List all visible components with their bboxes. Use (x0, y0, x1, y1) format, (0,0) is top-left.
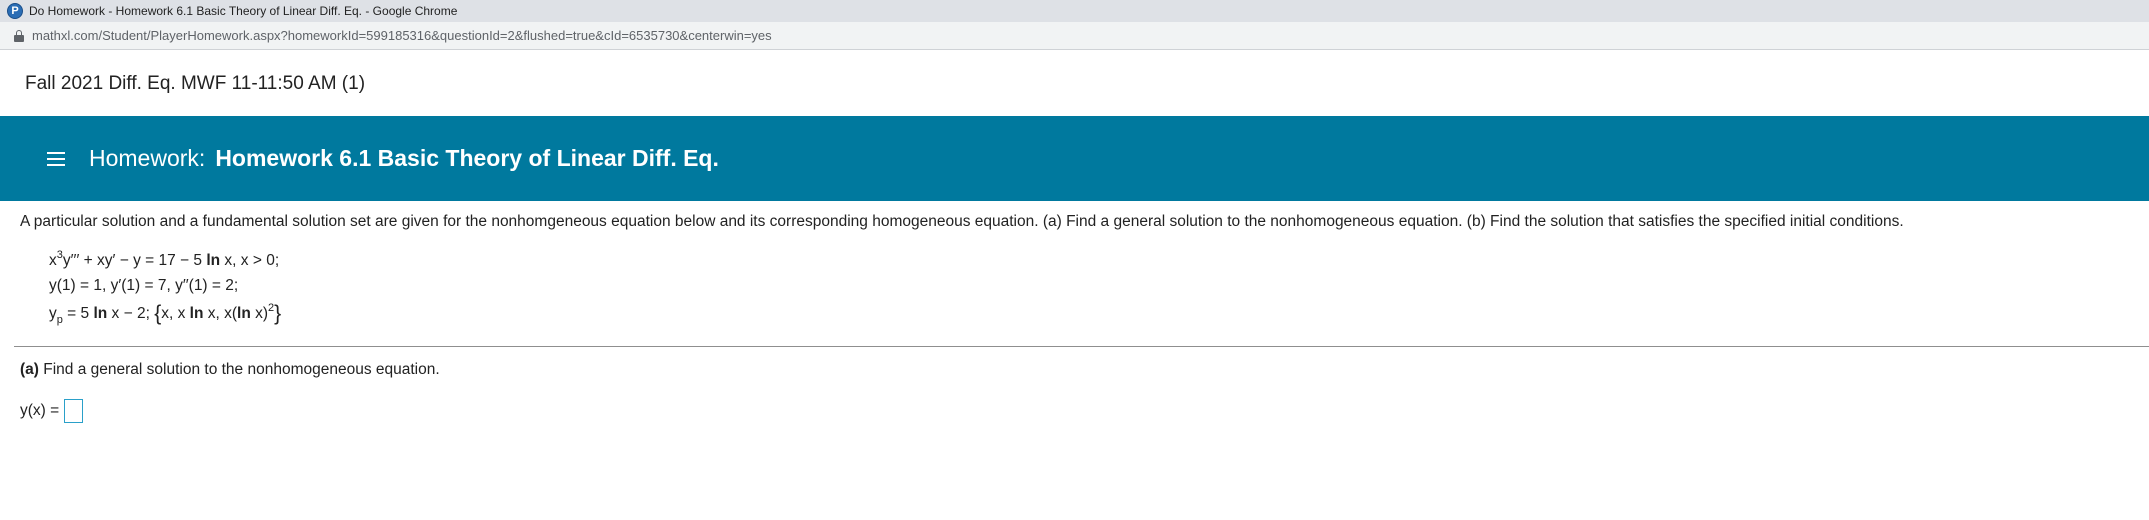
answer-row: y(x) = (20, 399, 84, 423)
window-title: Do Homework - Homework 6.1 Basic Theory … (29, 4, 458, 18)
homework-title: Homework 6.1 Basic Theory of Linear Diff… (215, 145, 719, 171)
homework-header: Homework: Homework 6.1 Basic Theory of L… (0, 116, 2149, 201)
differential-equation: x3y′′′ + xy′ − y = 17 − 5 ln x, x > 0; (49, 249, 280, 270)
pearson-p-icon: P (7, 3, 23, 19)
part-a-instruction: (a) Find a general solution to the nonho… (20, 361, 440, 378)
url-text[interactable]: mathxl.com/Student/PlayerHomework.aspx?h… (32, 28, 772, 43)
particular-solution-and-fundamental-set: yp = 5 ln x − 2; {x, x ln x, x(ln x)2} (49, 302, 282, 326)
course-header: Fall 2021 Diff. Eq. MWF 11-11:50 AM (1) (0, 51, 2149, 116)
section-divider (14, 346, 2149, 347)
answer-input-box[interactable] (64, 399, 84, 423)
browser-title-bar: P Do Homework - Homework 6.1 Basic Theor… (0, 0, 2149, 22)
course-name: Fall 2021 Diff. Eq. MWF 11-11:50 AM (1) (25, 72, 366, 94)
homework-prefix: Homework: (89, 145, 206, 171)
question-prompt: A particular solution and a fundamental … (20, 213, 1904, 230)
hamburger-menu-icon[interactable] (47, 151, 65, 166)
lock-icon (14, 29, 24, 42)
address-bar[interactable]: mathxl.com/Student/PlayerHomework.aspx?h… (0, 22, 2149, 50)
answer-label: y(x) = (20, 402, 60, 419)
initial-conditions: y(1) = 1, y′(1) = 7, y′′(1) = 2; (49, 277, 239, 294)
